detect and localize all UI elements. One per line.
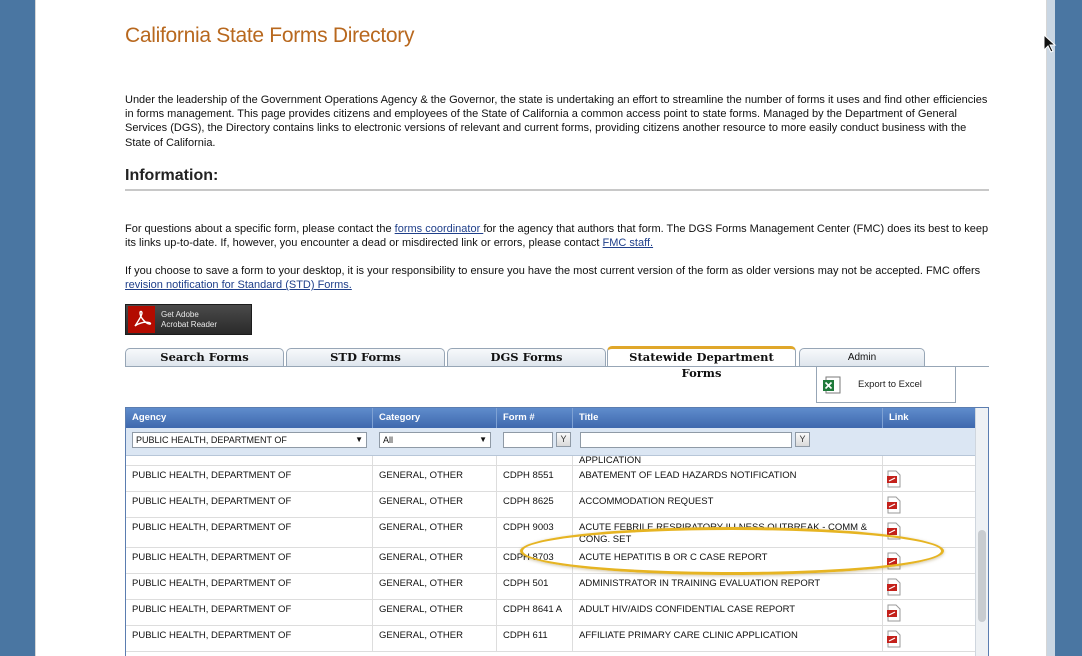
grid-rows: APPLICATION PUBLIC HEALTH, DEPARTMENT OF…	[126, 456, 975, 652]
table-row[interactable]: PUBLIC HEALTH, DEPARTMENT OF GENERAL, OT…	[126, 492, 975, 518]
table-row[interactable]: PUBLIC HEALTH, DEPARTMENT OF GENERAL, OT…	[126, 600, 975, 626]
forms-grid: Agency Category Form # Title Link PUBLIC…	[125, 407, 989, 656]
table-row[interactable]: PUBLIC HEALTH, DEPARTMENT OF GENERAL, OT…	[126, 518, 975, 548]
filter-icon[interactable]: Y	[795, 432, 810, 447]
information-heading: Information:	[125, 167, 219, 184]
table-row[interactable]: PUBLIC HEALTH, DEPARTMENT OF GENERAL, OT…	[126, 626, 975, 652]
cell-title: ACCOMMODATION REQUEST	[573, 492, 883, 518]
adobe-line-2: Acrobat Reader	[161, 319, 218, 329]
col-header-agency[interactable]: Agency	[126, 408, 373, 428]
cell-title: ABATEMENT OF LEAD HAZARDS NOTIFICATION	[573, 466, 883, 492]
cell-title-line-2: CONG. SET	[579, 534, 632, 545]
cell-agency	[126, 456, 373, 466]
cell-form-no: CDPH 8641 A	[497, 600, 573, 626]
table-row[interactable]: PUBLIC HEALTH, DEPARTMENT OF GENERAL, OT…	[126, 466, 975, 492]
mouse-cursor-icon	[1043, 34, 1057, 53]
category-filter-value: All	[383, 435, 394, 445]
category-filter-select[interactable]: All ▼	[379, 432, 491, 448]
col-header-link[interactable]: Link	[883, 408, 975, 428]
info-paragraph-1: For questions about a specific form, ple…	[125, 222, 991, 250]
cell-category: GENERAL, OTHER	[373, 626, 497, 652]
tab-std-forms[interactable]: STD Forms	[286, 348, 445, 367]
cell-title-line-1: ACUTE FEBRILE RESPIRATORY ILLNESS OUTBRE…	[579, 522, 868, 533]
table-row[interactable]: PUBLIC HEALTH, DEPARTMENT OF GENERAL, OT…	[126, 574, 975, 600]
pdf-file-icon[interactable]	[886, 470, 902, 488]
intro-paragraph: Under the leadership of the Government O…	[125, 94, 988, 149]
cell-form-no: CDPH 501	[497, 574, 573, 600]
forms-coordinator-link[interactable]: forms coordinator	[395, 223, 484, 235]
cell-title: ADULT HIV/AIDS CONFIDENTIAL CASE REPORT	[573, 600, 883, 626]
cell-form-no: CDPH 8551	[497, 466, 573, 492]
info-paragraph-2: If you choose to save a form to your des…	[125, 264, 991, 292]
cell-form-no: CDPH 8625	[497, 492, 573, 518]
cell-category	[373, 456, 497, 466]
chevron-down-icon: ▼	[479, 435, 487, 444]
cell-agency: PUBLIC HEALTH, DEPARTMENT OF	[126, 466, 373, 492]
cell-agency: PUBLIC HEALTH, DEPARTMENT OF	[126, 548, 373, 574]
tab-dgs-forms[interactable]: DGS Forms	[447, 348, 606, 367]
fmc-staff-link[interactable]: FMC staff.	[603, 237, 654, 249]
get-adobe-reader-button[interactable]: Get Adobe Acrobat Reader	[125, 304, 252, 335]
adobe-line-1: Get Adobe	[161, 309, 199, 319]
col-header-category[interactable]: Category	[373, 408, 497, 428]
cell-agency: PUBLIC HEALTH, DEPARTMENT OF	[126, 492, 373, 518]
pdf-file-icon[interactable]	[886, 496, 902, 514]
cell-form-no	[497, 456, 573, 466]
title-filter-input[interactable]	[580, 432, 792, 448]
adobe-button-text: Get Adobe Acrobat Reader	[161, 310, 217, 330]
tab-search-forms[interactable]: Search Forms	[125, 348, 284, 367]
cell-agency: PUBLIC HEALTH, DEPARTMENT OF	[126, 626, 373, 652]
scrollbar-thumb[interactable]	[978, 530, 986, 622]
cell-category: GENERAL, OTHER	[373, 548, 497, 574]
pdf-file-icon[interactable]	[886, 522, 902, 540]
pdf-file-icon[interactable]	[886, 578, 902, 596]
excel-icon	[823, 376, 841, 393]
cell-category: GENERAL, OTHER	[373, 574, 497, 600]
cell-agency: PUBLIC HEALTH, DEPARTMENT OF	[126, 600, 373, 626]
cell-title: ADMINISTRATOR IN TRAINING EVALUATION REP…	[573, 574, 883, 600]
cell-title: ACUTE FEBRILE RESPIRATORY ILLNESS OUTBRE…	[573, 518, 883, 548]
tab-statewide-department-forms[interactable]: Statewide Department Forms	[607, 346, 796, 380]
cell-form-no: CDPH 9003	[497, 518, 573, 548]
cell-category: GENERAL, OTHER	[373, 492, 497, 518]
info-text: If you choose to save a form to your des…	[125, 265, 981, 277]
grid-header: Agency Category Form # Title Link	[126, 408, 988, 428]
chevron-down-icon: ▼	[355, 435, 363, 444]
info-text: For questions about a specific form, ple…	[125, 223, 395, 235]
table-row[interactable]: APPLICATION	[126, 456, 975, 466]
adobe-reader-icon	[128, 306, 155, 333]
filter-row: PUBLIC HEALTH, DEPARTMENT OF ▼ All ▼ Y Y	[126, 428, 988, 456]
export-label: Export to Excel	[858, 379, 922, 390]
cell-form-no: CDPH 611	[497, 626, 573, 652]
cell-agency: PUBLIC HEALTH, DEPARTMENT OF	[126, 574, 373, 600]
cell-category: GENERAL, OTHER	[373, 600, 497, 626]
cell-title: AFFILIATE PRIMARY CARE CLINIC APPLICATIO…	[573, 626, 883, 652]
form-no-filter-input[interactable]	[503, 432, 553, 448]
export-to-excel-button[interactable]: Export to Excel	[816, 366, 956, 403]
cell-category: GENERAL, OTHER	[373, 518, 497, 548]
pdf-file-icon[interactable]	[886, 604, 902, 622]
cell-title: ACUTE HEPATITIS B OR C CASE REPORT	[573, 548, 883, 574]
section-divider	[125, 189, 989, 191]
revision-notification-link[interactable]: revision notification for Standard (STD)…	[125, 279, 352, 291]
cell-agency: PUBLIC HEALTH, DEPARTMENT OF	[126, 518, 373, 548]
agency-filter-select[interactable]: PUBLIC HEALTH, DEPARTMENT OF ▼	[132, 432, 367, 448]
filter-icon[interactable]: Y	[556, 432, 571, 447]
agency-filter-value: PUBLIC HEALTH, DEPARTMENT OF	[136, 435, 287, 445]
col-header-form-no[interactable]: Form #	[497, 408, 573, 428]
tab-admin[interactable]: Admin	[799, 348, 925, 367]
pdf-file-icon[interactable]	[886, 552, 902, 570]
cell-form-no: CDPH 8703	[497, 548, 573, 574]
page-content: California State Forms Directory Under t…	[35, 0, 1047, 656]
col-header-title[interactable]: Title	[573, 408, 883, 428]
cell-category: GENERAL, OTHER	[373, 466, 497, 492]
window-edge	[1047, 0, 1055, 656]
pdf-file-icon[interactable]	[886, 630, 902, 648]
table-row-highlighted[interactable]: PUBLIC HEALTH, DEPARTMENT OF GENERAL, OT…	[126, 548, 975, 574]
page-title: California State Forms Directory	[125, 24, 415, 47]
grid-scrollbar[interactable]	[975, 408, 988, 656]
cell-title: APPLICATION	[573, 456, 883, 466]
